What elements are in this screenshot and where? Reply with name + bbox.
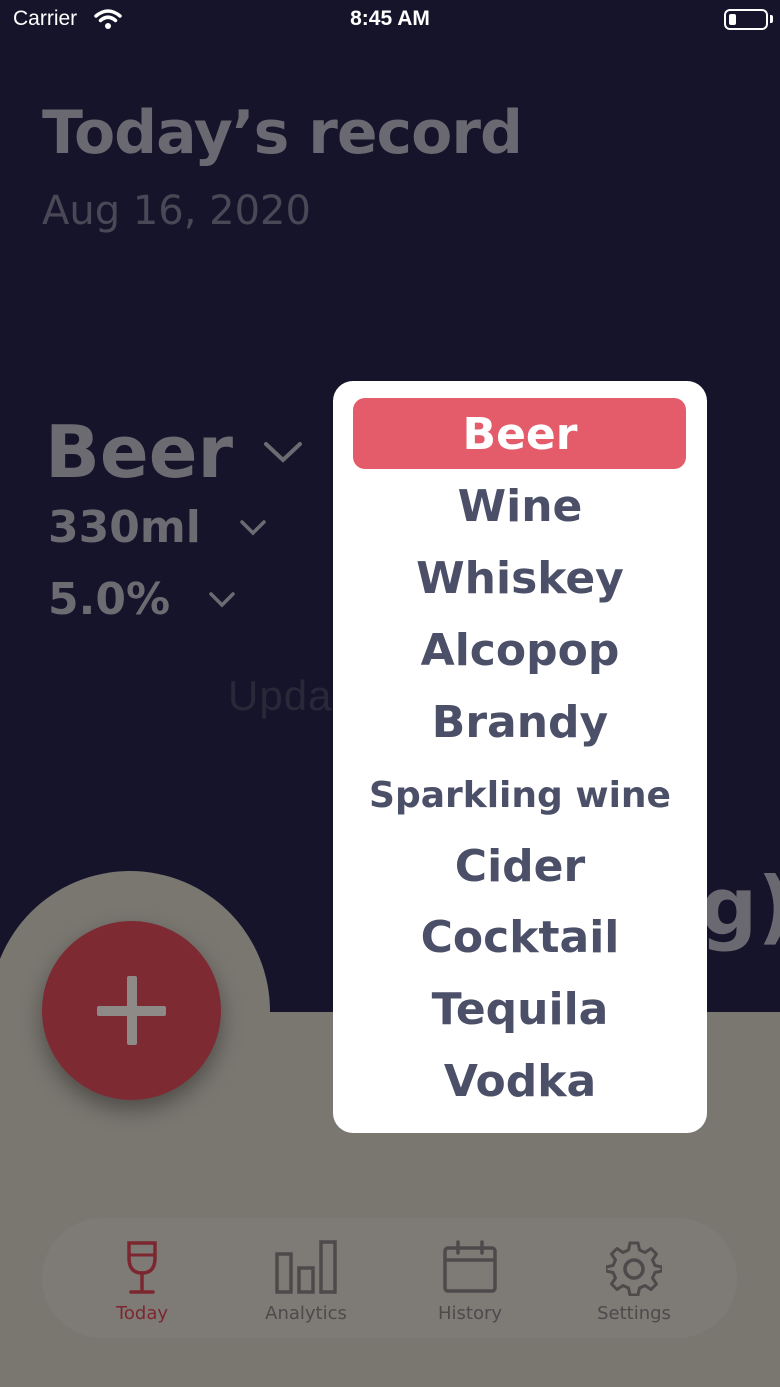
drink-volume-value: 330ml — [48, 502, 201, 553]
drink-type-selector[interactable]: Beer — [45, 410, 303, 494]
chevron-down-icon — [240, 519, 266, 535]
gear-icon — [606, 1241, 662, 1296]
page-title: Today’s record — [42, 98, 523, 168]
add-drink-button[interactable] — [42, 921, 221, 1100]
dropdown-option-sparkling-wine[interactable]: Sparkling wine — [333, 775, 707, 816]
dropdown-option-whiskey[interactable]: Whiskey — [333, 553, 707, 604]
background-text-fragment: g) — [700, 860, 780, 953]
tab-history-label: History — [437, 1303, 503, 1324]
dropdown-option-alcopop[interactable]: Alcopop — [333, 625, 707, 676]
status-time: 8:45 AM — [350, 7, 430, 30]
status-bar: Carrier 8:45 AM — [0, 0, 780, 40]
chevron-down-icon — [264, 442, 303, 463]
dropdown-option-beer[interactable]: Beer — [333, 409, 707, 460]
tab-settings-label: Settings — [597, 1303, 671, 1324]
bar-chart-icon — [275, 1240, 337, 1294]
tab-history[interactable]: History — [390, 1218, 550, 1338]
tab-analytics-label: Analytics — [265, 1303, 347, 1324]
drink-abv-value: 5.0% — [48, 574, 171, 625]
dropdown-option-cider[interactable]: Cider — [333, 841, 707, 892]
dropdown-option-brandy[interactable]: Brandy — [333, 697, 707, 748]
drink-volume-selector[interactable]: 330ml — [48, 502, 267, 553]
battery-icon — [724, 9, 768, 30]
drink-type-dropdown: Beer Wine Whiskey Alcopop Brandy Sparkli… — [333, 381, 707, 1133]
drink-type-value: Beer — [45, 410, 234, 494]
page-date: Aug 16, 2020 — [42, 188, 311, 234]
drink-abv-selector[interactable]: 5.0% — [48, 574, 236, 625]
wine-glass-icon — [127, 1241, 157, 1294]
calendar-icon — [443, 1240, 497, 1293]
tab-analytics[interactable]: Analytics — [226, 1218, 386, 1338]
tab-today-label: Today — [115, 1303, 169, 1324]
tab-bar: Today Analytics History Settings — [42, 1218, 737, 1338]
tab-settings[interactable]: Settings — [554, 1218, 714, 1338]
dropdown-option-tequila[interactable]: Tequila — [333, 984, 707, 1035]
chevron-down-icon — [209, 591, 235, 607]
battery-cap — [770, 15, 773, 23]
dropdown-option-cocktail[interactable]: Cocktail — [333, 912, 707, 963]
dropdown-option-vodka[interactable]: Vodka — [333, 1056, 707, 1107]
dropdown-option-wine[interactable]: Wine — [333, 481, 707, 532]
tab-today[interactable]: Today — [62, 1218, 222, 1338]
